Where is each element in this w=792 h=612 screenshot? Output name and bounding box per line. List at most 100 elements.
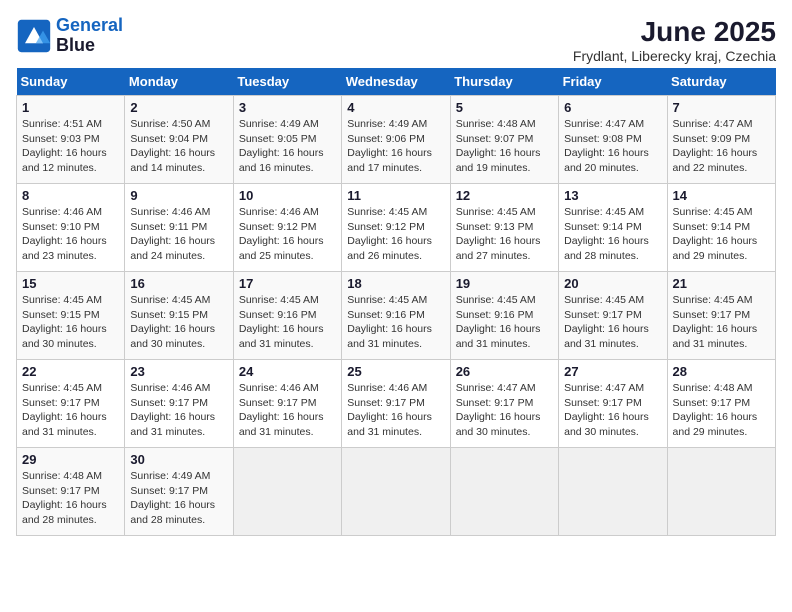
day-number: 29 <box>22 452 119 467</box>
day-info: Sunrise: 4:45 AMSunset: 9:13 PMDaylight:… <box>456 205 553 264</box>
day-cell-8: 8Sunrise: 4:46 AMSunset: 9:10 PMDaylight… <box>17 184 125 272</box>
day-cell-20: 20 Sunrise: 4:45 AMSunset: 9:17 PMDayligh… <box>559 272 667 360</box>
day-number: 20 <box>564 276 661 291</box>
month-title: June 2025 <box>573 16 776 48</box>
day-info: Sunrise: 4:45 AMSunset: 9:16 PMDaylight:… <box>347 293 444 352</box>
day-cell-4: 4 Sunrise: 4:49 AMSunset: 9:06 PMDaylight… <box>342 96 450 184</box>
day-info: Sunrise: 4:46 AMSunset: 9:17 PMDaylight:… <box>347 381 444 440</box>
header-tuesday: Tuesday <box>233 68 341 96</box>
day-number: 24 <box>239 364 336 379</box>
empty-cell <box>233 448 341 536</box>
day-cell-6: 6 Sunrise: 4:47 AMSunset: 9:08 PMDaylight… <box>559 96 667 184</box>
day-number: 15 <box>22 276 119 291</box>
logo: General Blue <box>16 16 123 56</box>
week-row-4: 22Sunrise: 4:45 AMSunset: 9:17 PMDayligh… <box>17 360 776 448</box>
day-info: Sunrise: 4:45 AMSunset: 9:14 PMDaylight:… <box>564 205 661 264</box>
day-number: 5 <box>456 100 553 115</box>
header-saturday: Saturday <box>667 68 775 96</box>
day-info: Sunrise: 4:49 AMSunset: 9:05 PMDaylight:… <box>239 117 336 176</box>
day-number: 23 <box>130 364 227 379</box>
day-number: 1 <box>22 100 119 115</box>
day-cell-17: 17Sunrise: 4:45 AMSunset: 9:16 PMDayligh… <box>233 272 341 360</box>
day-number: 26 <box>456 364 553 379</box>
day-number: 7 <box>673 100 770 115</box>
day-cell-22: 22Sunrise: 4:45 AMSunset: 9:17 PMDayligh… <box>17 360 125 448</box>
day-cell-1: 1 Sunrise: 4:51 AMSunset: 9:03 PMDaylight… <box>17 96 125 184</box>
page-header: General Blue June 2025 Frydlant, Liberec… <box>16 16 776 64</box>
day-number: 4 <box>347 100 444 115</box>
day-info: Sunrise: 4:48 AMSunset: 9:17 PMDaylight:… <box>22 469 119 528</box>
day-cell-7: 7 Sunrise: 4:47 AMSunset: 9:09 PMDaylight… <box>667 96 775 184</box>
day-info: Sunrise: 4:45 AMSunset: 9:15 PMDaylight:… <box>130 293 227 352</box>
day-number: 28 <box>673 364 770 379</box>
day-number: 10 <box>239 188 336 203</box>
day-cell-30: 30 Sunrise: 4:49 AMSunset: 9:17 PMDayligh… <box>125 448 233 536</box>
day-info: Sunrise: 4:46 AMSunset: 9:17 PMDaylight:… <box>239 381 336 440</box>
day-cell-23: 23 Sunrise: 4:46 AMSunset: 9:17 PMDayligh… <box>125 360 233 448</box>
day-info: Sunrise: 4:46 AMSunset: 9:11 PMDaylight:… <box>130 205 227 264</box>
day-info: Sunrise: 4:47 AMSunset: 9:08 PMDaylight:… <box>564 117 661 176</box>
day-number: 30 <box>130 452 227 467</box>
header-monday: Monday <box>125 68 233 96</box>
day-cell-27: 27Sunrise: 4:47 AMSunset: 9:17 PMDayligh… <box>559 360 667 448</box>
days-header-row: SundayMondayTuesdayWednesdayThursdayFrid… <box>17 68 776 96</box>
day-cell-2: 2Sunrise: 4:50 AMSunset: 9:04 PMDaylight… <box>125 96 233 184</box>
day-info: Sunrise: 4:51 AMSunset: 9:03 PMDaylight:… <box>22 117 119 176</box>
day-cell-18: 18 Sunrise: 4:45 AMSunset: 9:16 PMDayligh… <box>342 272 450 360</box>
day-cell-28: 28 Sunrise: 4:48 AMSunset: 9:17 PMDayligh… <box>667 360 775 448</box>
logo-icon <box>16 18 52 54</box>
day-number: 25 <box>347 364 444 379</box>
day-cell-25: 25 Sunrise: 4:46 AMSunset: 9:17 PMDayligh… <box>342 360 450 448</box>
day-info: Sunrise: 4:49 AMSunset: 9:17 PMDaylight:… <box>130 469 227 528</box>
day-info: Sunrise: 4:47 AMSunset: 9:09 PMDaylight:… <box>673 117 770 176</box>
week-row-2: 8Sunrise: 4:46 AMSunset: 9:10 PMDaylight… <box>17 184 776 272</box>
day-cell-29: 29 Sunrise: 4:48 AMSunset: 9:17 PMDayligh… <box>17 448 125 536</box>
logo-text: General Blue <box>56 16 123 56</box>
day-info: Sunrise: 4:46 AMSunset: 9:12 PMDaylight:… <box>239 205 336 264</box>
header-sunday: Sunday <box>17 68 125 96</box>
day-cell-3: 3 Sunrise: 4:49 AMSunset: 9:05 PMDaylight… <box>233 96 341 184</box>
week-row-3: 15 Sunrise: 4:45 AMSunset: 9:15 PMDayligh… <box>17 272 776 360</box>
day-number: 13 <box>564 188 661 203</box>
header-friday: Friday <box>559 68 667 96</box>
day-cell-21: 21Sunrise: 4:45 AMSunset: 9:17 PMDayligh… <box>667 272 775 360</box>
location: Frydlant, Liberecky kraj, Czechia <box>573 48 776 64</box>
day-number: 16 <box>130 276 227 291</box>
empty-cell <box>342 448 450 536</box>
day-info: Sunrise: 4:45 AMSunset: 9:17 PMDaylight:… <box>564 293 661 352</box>
day-info: Sunrise: 4:47 AMSunset: 9:17 PMDaylight:… <box>456 381 553 440</box>
day-number: 12 <box>456 188 553 203</box>
day-cell-12: 12 Sunrise: 4:45 AMSunset: 9:13 PMDayligh… <box>450 184 558 272</box>
day-cell-19: 19Sunrise: 4:45 AMSunset: 9:16 PMDayligh… <box>450 272 558 360</box>
day-cell-15: 15 Sunrise: 4:45 AMSunset: 9:15 PMDayligh… <box>17 272 125 360</box>
day-number: 17 <box>239 276 336 291</box>
day-info: Sunrise: 4:45 AMSunset: 9:15 PMDaylight:… <box>22 293 119 352</box>
title-block: June 2025 Frydlant, Liberecky kraj, Czec… <box>573 16 776 64</box>
day-cell-24: 24 Sunrise: 4:46 AMSunset: 9:17 PMDayligh… <box>233 360 341 448</box>
week-row-5: 29 Sunrise: 4:48 AMSunset: 9:17 PMDayligh… <box>17 448 776 536</box>
day-number: 18 <box>347 276 444 291</box>
day-number: 9 <box>130 188 227 203</box>
day-info: Sunrise: 4:50 AMSunset: 9:04 PMDaylight:… <box>130 117 227 176</box>
empty-cell <box>559 448 667 536</box>
day-cell-10: 10 Sunrise: 4:46 AMSunset: 9:12 PMDayligh… <box>233 184 341 272</box>
day-info: Sunrise: 4:48 AMSunset: 9:17 PMDaylight:… <box>673 381 770 440</box>
header-thursday: Thursday <box>450 68 558 96</box>
day-info: Sunrise: 4:45 AMSunset: 9:17 PMDaylight:… <box>673 293 770 352</box>
day-info: Sunrise: 4:48 AMSunset: 9:07 PMDaylight:… <box>456 117 553 176</box>
day-cell-16: 16 Sunrise: 4:45 AMSunset: 9:15 PMDayligh… <box>125 272 233 360</box>
week-row-1: 1 Sunrise: 4:51 AMSunset: 9:03 PMDaylight… <box>17 96 776 184</box>
day-number: 6 <box>564 100 661 115</box>
day-info: Sunrise: 4:47 AMSunset: 9:17 PMDaylight:… <box>564 381 661 440</box>
day-info: Sunrise: 4:49 AMSunset: 9:06 PMDaylight:… <box>347 117 444 176</box>
day-cell-11: 11Sunrise: 4:45 AMSunset: 9:12 PMDayligh… <box>342 184 450 272</box>
day-cell-5: 5 Sunrise: 4:48 AMSunset: 9:07 PMDaylight… <box>450 96 558 184</box>
day-info: Sunrise: 4:46 AMSunset: 9:17 PMDaylight:… <box>130 381 227 440</box>
day-number: 11 <box>347 188 444 203</box>
day-number: 19 <box>456 276 553 291</box>
empty-cell <box>450 448 558 536</box>
day-info: Sunrise: 4:45 AMSunset: 9:14 PMDaylight:… <box>673 205 770 264</box>
day-info: Sunrise: 4:46 AMSunset: 9:10 PMDaylight:… <box>22 205 119 264</box>
day-number: 3 <box>239 100 336 115</box>
day-cell-14: 14Sunrise: 4:45 AMSunset: 9:14 PMDayligh… <box>667 184 775 272</box>
